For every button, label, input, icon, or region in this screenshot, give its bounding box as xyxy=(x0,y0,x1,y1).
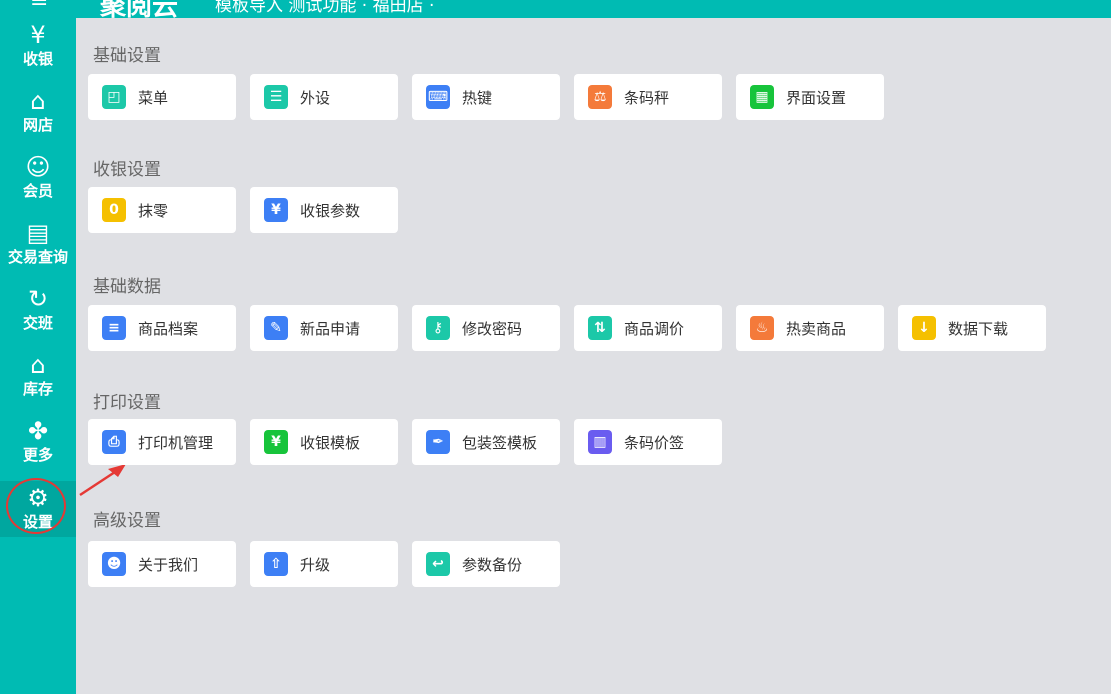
card-label: 热卖商品 xyxy=(786,319,847,338)
round-off-icon: 0 xyxy=(102,198,126,222)
sidebar-item-label: 会员 xyxy=(22,182,53,200)
sidebar-item-label: 收银 xyxy=(22,50,53,68)
settings-card[interactable]: 0 抹零 xyxy=(88,187,236,233)
menu-icon[interactable]: ≡ xyxy=(30,0,48,13)
sidebar-item-4[interactable]: ↻ 交班 xyxy=(0,284,76,348)
device-icon: ☰ xyxy=(264,85,288,109)
sidebar-item-6[interactable]: ✤ 更多 xyxy=(0,416,76,480)
sidebar-item-5[interactable]: ⌂ 库存 xyxy=(0,350,76,414)
sidebar-icon: ▤ xyxy=(26,219,50,247)
sidebar-icon: ⌂ xyxy=(30,351,46,379)
settings-card[interactable]: ⇅ 商品调价 xyxy=(574,305,722,351)
section-title: 基础设置 xyxy=(93,46,161,66)
store-info[interactable]: 模板导入 测试功能 · 福田店 · xyxy=(215,0,434,16)
keyboard-icon: ⌨ xyxy=(426,85,450,109)
settings-card[interactable]: ⎙ 打印机管理 xyxy=(88,419,236,465)
product-file-icon: ≡ xyxy=(102,316,126,340)
sidebar-icon: ✤ xyxy=(27,417,49,445)
sidebar-item-label: 交班 xyxy=(22,314,53,332)
settings-card[interactable]: ⇧ 升级 xyxy=(250,541,398,587)
settings-card[interactable]: ⚖ 条码秤 xyxy=(574,74,722,120)
settings-card[interactable]: ◰ 菜单 xyxy=(88,74,236,120)
fire-icon: ♨ xyxy=(750,316,774,340)
sidebar: ¥ 收银 ⌂ 网店 ☺ 会员 ▤ 交易查询 ↻ 交班 ⌂ 库存 ✤ 更多 ⚙ 设置 xyxy=(0,18,76,694)
settings-card[interactable]: ☰ 外设 xyxy=(250,74,398,120)
feather-icon: ✒ xyxy=(426,430,450,454)
card-label: 新品申请 xyxy=(300,319,361,338)
scale-icon: ⚖ xyxy=(588,85,612,109)
section-title: 基础数据 xyxy=(93,277,161,297)
cashier-template-icon: ¥ xyxy=(264,430,288,454)
key-icon: ⚷ xyxy=(426,316,450,340)
settings-card[interactable]: ♨ 热卖商品 xyxy=(736,305,884,351)
card-label: 打印机管理 xyxy=(138,433,214,452)
sidebar-item-3[interactable]: ▤ 交易查询 xyxy=(0,218,76,282)
sidebar-item-2[interactable]: ☺ 会员 xyxy=(0,152,76,216)
new-product-icon: ✎ xyxy=(264,316,288,340)
highlight-circle xyxy=(6,478,66,534)
card-label: 包装签模板 xyxy=(462,433,538,452)
settings-card[interactable]: ✒ 包装签模板 xyxy=(412,419,560,465)
card-label: 条码价签 xyxy=(624,433,685,452)
settings-card[interactable]: ↓ 数据下载 xyxy=(898,305,1046,351)
settings-card[interactable]: ⌨ 热键 xyxy=(412,74,560,120)
settings-card[interactable]: ✎ 新品申请 xyxy=(250,305,398,351)
settings-card[interactable]: ⚷ 修改密码 xyxy=(412,305,560,351)
settings-card[interactable]: ▦ 界面设置 xyxy=(736,74,884,120)
card-label: 关于我们 xyxy=(138,555,199,574)
settings-card[interactable]: ¥ 收银参数 xyxy=(250,187,398,233)
backup-icon: ↩ xyxy=(426,552,450,576)
section-title: 打印设置 xyxy=(93,393,161,413)
card-label: 升级 xyxy=(300,555,331,574)
card-label: 菜单 xyxy=(138,88,169,107)
sidebar-item-label: 网店 xyxy=(22,116,53,134)
card-label: 商品调价 xyxy=(624,319,685,338)
card-label: 收银参数 xyxy=(300,201,361,220)
download-icon: ↓ xyxy=(912,316,936,340)
sidebar-icon: ↻ xyxy=(27,285,49,313)
price-adjust-icon: ⇅ xyxy=(588,316,612,340)
sidebar-item-label: 交易查询 xyxy=(7,248,68,266)
cashier-params-icon: ¥ xyxy=(264,198,288,222)
sidebar-icon: ¥ xyxy=(30,21,46,49)
sidebar-item-label: 更多 xyxy=(22,446,53,464)
settings-card[interactable]: ▥ 条码价签 xyxy=(574,419,722,465)
section-title: 收银设置 xyxy=(93,160,161,180)
sidebar-item-label: 库存 xyxy=(22,380,53,398)
card-label: 收银模板 xyxy=(300,433,361,452)
settings-card[interactable]: ↩ 参数备份 xyxy=(412,541,560,587)
card-label: 热键 xyxy=(462,88,493,107)
menu-icon: ◰ xyxy=(102,85,126,109)
card-label: 抹零 xyxy=(138,201,169,220)
barcode-icon: ▥ xyxy=(588,430,612,454)
card-label: 外设 xyxy=(300,88,331,107)
users-icon: ☻ xyxy=(102,552,126,576)
top-bar: ≡ 聚阅云 模板导入 测试功能 · 福田店 · xyxy=(0,0,1111,18)
section-title: 高级设置 xyxy=(93,511,161,531)
settings-card[interactable]: ☻ 关于我们 xyxy=(88,541,236,587)
card-label: 数据下载 xyxy=(948,319,1009,338)
sidebar-icon: ☺ xyxy=(25,153,51,181)
sidebar-item-1[interactable]: ⌂ 网店 xyxy=(0,86,76,150)
card-label: 条码秤 xyxy=(624,88,670,107)
sidebar-item-0[interactable]: ¥ 收银 xyxy=(0,20,76,84)
card-label: 界面设置 xyxy=(786,88,847,107)
settings-panel: 基础设置 ◰ 菜单 ☰ 外设 ⌨ 热键 ⚖ 条码秤 ▦ 界面设置收银设置 0 抹零 ¥ 收银参数基础数据 ≡ 商… xyxy=(76,18,1111,694)
card-label: 商品档案 xyxy=(138,319,199,338)
settings-card[interactable]: ¥ 收银模板 xyxy=(250,419,398,465)
card-label: 修改密码 xyxy=(462,319,523,338)
printer-icon: ⎙ xyxy=(102,430,126,454)
logo: 聚阅云 xyxy=(100,0,179,18)
upgrade-icon: ⇧ xyxy=(264,552,288,576)
settings-card[interactable]: ≡ 商品档案 xyxy=(88,305,236,351)
card-label: 参数备份 xyxy=(462,555,523,574)
sidebar-icon: ⌂ xyxy=(30,87,46,115)
layout-icon: ▦ xyxy=(750,85,774,109)
